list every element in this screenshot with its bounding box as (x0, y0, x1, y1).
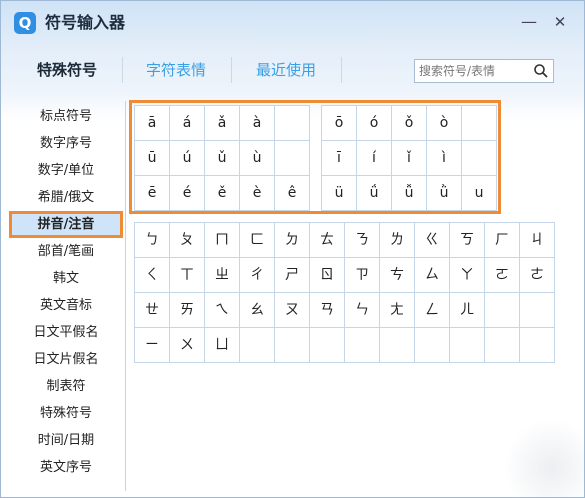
sidebar-item[interactable]: 日文片假名 (9, 346, 123, 373)
sidebar-item[interactable]: 标点符号 (9, 103, 123, 130)
watermark (501, 421, 584, 497)
minimize-icon[interactable]: — (520, 13, 538, 31)
tab-separator (341, 57, 342, 83)
sidebar-item[interactable]: 特殊符号 (9, 400, 123, 427)
symbol-cell[interactable]: ㄕ (275, 258, 310, 293)
window-title: 符号输入器 (45, 13, 126, 32)
symbol-cell[interactable] (520, 293, 555, 328)
search-icon[interactable] (533, 63, 549, 79)
symbol-cell[interactable] (520, 328, 555, 363)
app-logo-icon: Q (14, 12, 36, 34)
symbol-cell[interactable]: ㄒ (170, 258, 205, 293)
symbol-cell[interactable] (450, 328, 485, 363)
symbol-cell[interactable]: ㄊ (310, 223, 345, 258)
symbol-cell[interactable]: ㄍ (415, 223, 450, 258)
sidebar-item[interactable]: 韩文 (9, 265, 123, 292)
symbol-cell[interactable]: ㄢ (310, 293, 345, 328)
symbol-cell[interactable]: ㄈ (240, 223, 275, 258)
symbol-cell[interactable]: ㄖ (310, 258, 345, 293)
symbol-cell[interactable]: ㄩ (205, 328, 240, 363)
search-box (414, 59, 554, 83)
symbol-cell[interactable]: ㄤ (380, 293, 415, 328)
search-input[interactable] (415, 60, 527, 82)
symbol-cell[interactable]: ㄗ (345, 258, 380, 293)
sidebar-divider (125, 101, 126, 491)
symbol-cell[interactable]: ㄟ (205, 293, 240, 328)
sidebar-item[interactable]: 拼音/注音 (9, 211, 123, 238)
symbol-cell[interactable]: ㄧ (135, 328, 170, 363)
symbol-cell[interactable]: ㄚ (450, 258, 485, 293)
category-sidebar: 标点符号 数字序号 数字/单位 希腊/俄文 拼音/注音 部首/笔画 韩文 英文音标 日文平假名日… (9, 103, 123, 488)
tab-separator (231, 57, 232, 83)
pinyin-selection-highlight (129, 100, 501, 214)
symbol-cell[interactable]: ㄆ (170, 223, 205, 258)
sidebar-item[interactable]: 数字序号 (9, 130, 123, 157)
symbol-cell[interactable] (275, 328, 310, 363)
symbol-cell[interactable]: ㄣ (345, 293, 380, 328)
symbol-cell[interactable]: ㄠ (240, 293, 275, 328)
tab-separator (122, 57, 123, 83)
symbol-cell[interactable]: ㄜ (520, 258, 555, 293)
symbol-cell[interactable]: ㄦ (450, 293, 485, 328)
sidebar-item[interactable]: 制表符 (9, 373, 123, 400)
sidebar-item[interactable]: 日文平假名 (9, 319, 123, 346)
tab-bar: 特殊符号 字符表情 最近使用 (1, 45, 584, 95)
tab-special-symbols[interactable]: 特殊符号 (21, 55, 113, 85)
symbol-cell[interactable]: ㄛ (485, 258, 520, 293)
symbol-cell[interactable]: ㄔ (240, 258, 275, 293)
title-bar[interactable]: Q 符号输入器 — ✕ (1, 1, 584, 45)
symbol-cell[interactable]: ㄓ (205, 258, 240, 293)
sidebar-item[interactable]: 数字/单位 (9, 157, 123, 184)
symbol-cell[interactable]: ㄞ (170, 293, 205, 328)
symbol-cell[interactable] (345, 328, 380, 363)
symbol-cell[interactable] (415, 328, 450, 363)
sidebar-item[interactable]: 希腊/俄文 (9, 184, 123, 211)
symbol-cell[interactable] (380, 328, 415, 363)
symbol-cell[interactable]: ㄏ (485, 223, 520, 258)
symbol-cell[interactable] (240, 328, 275, 363)
symbol-cell[interactable]: ㄡ (275, 293, 310, 328)
sidebar-item[interactable]: 部首/笔画 (9, 238, 123, 265)
symbol-cell[interactable]: ㄎ (450, 223, 485, 258)
symbol-cell[interactable]: ㄐ (520, 223, 555, 258)
symbol-cell[interactable]: ㄌ (380, 223, 415, 258)
symbol-input-window: Q 符号输入器 — ✕ 特殊符号 字符表情 最近使用 标点符号数字序号数字/单位… (0, 0, 585, 498)
symbol-cell[interactable] (485, 328, 520, 363)
symbol-cell[interactable]: ㄇ (205, 223, 240, 258)
symbol-cell[interactable] (310, 328, 345, 363)
zhuyin-grid: ㄅㄆㄇㄈㄉㄊㄋㄌㄍㄎㄏㄐㄑㄒㄓㄔㄕㄖㄗㄘㄙㄚㄛㄜㄝㄞㄟㄠㄡㄢㄣㄤㄥㄦㄧㄨㄩ (134, 222, 555, 363)
sidebar-item[interactable]: 时间/日期 (9, 427, 123, 454)
symbol-cell[interactable]: ㄉ (275, 223, 310, 258)
sidebar-item[interactable]: 英文音标 (9, 292, 123, 319)
symbol-cell[interactable]: ㄘ (380, 258, 415, 293)
tab-recent[interactable]: 最近使用 (241, 55, 331, 85)
close-icon[interactable]: ✕ (551, 13, 569, 31)
symbol-cell[interactable]: ㄥ (415, 293, 450, 328)
sidebar-item[interactable]: 英文序号 (9, 454, 123, 481)
symbol-cell[interactable]: ㄝ (135, 293, 170, 328)
symbol-cell[interactable]: ㄙ (415, 258, 450, 293)
symbol-cell[interactable]: ㄅ (135, 223, 170, 258)
symbol-cell[interactable]: ㄨ (170, 328, 205, 363)
tab-emoticons[interactable]: 字符表情 (131, 55, 221, 85)
symbol-cell[interactable]: ㄋ (345, 223, 380, 258)
symbol-cell[interactable] (485, 293, 520, 328)
symbol-cell[interactable]: ㄑ (135, 258, 170, 293)
